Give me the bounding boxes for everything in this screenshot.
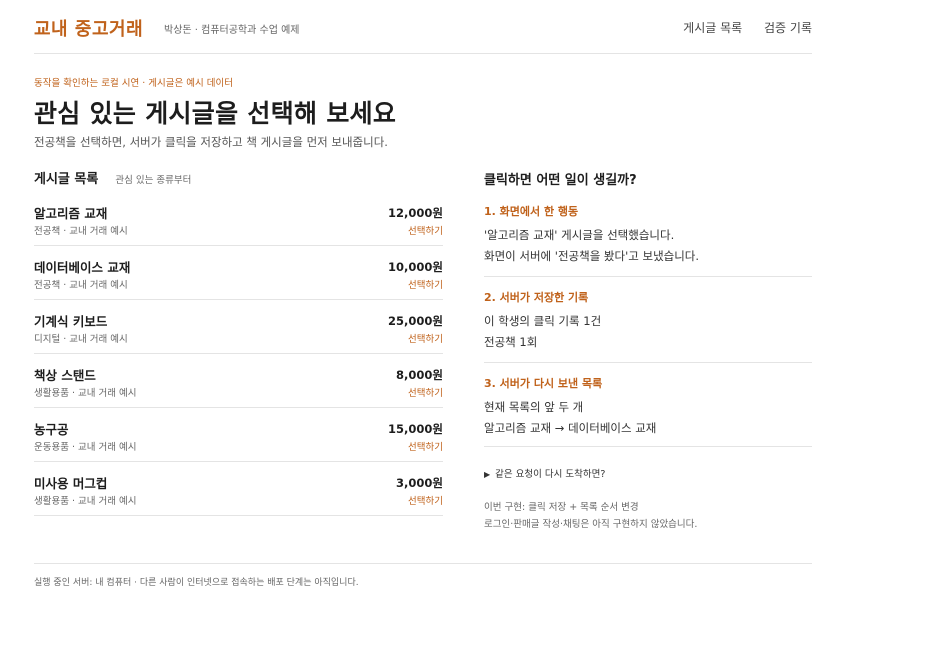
select-button[interactable]: 선택하기 xyxy=(408,277,443,291)
step-label: 1. 화면에서 한 행동 xyxy=(484,205,579,218)
item-name: 미사용 머그컵 xyxy=(34,476,108,491)
step-line: '알고리즘 교재' 게시글을 선택했습니다. xyxy=(484,228,675,242)
brand-subtitle: 박상돈 · 컴퓨터공학과 수업 예제 xyxy=(164,25,300,36)
brand-logo[interactable]: 교내 중고거래 xyxy=(34,15,143,41)
page-title: 관심 있는 게시글을 선택해 보세요 xyxy=(34,99,397,128)
step-line: 이 학생의 클릭 기록 1건 xyxy=(484,314,602,328)
item-price: 8,000원 xyxy=(396,368,443,382)
item-name: 데이터베이스 교재 xyxy=(34,260,131,275)
item-meta: 전공책 · 교내 거래 예시 xyxy=(34,226,128,237)
list-item[interactable]: 미사용 머그컵 생활용품 · 교내 거래 예시 3,000원 선택하기 xyxy=(34,462,443,516)
divider xyxy=(484,446,812,447)
item-name: 알고리즘 교재 xyxy=(34,206,108,221)
item-price: 3,000원 xyxy=(396,476,443,490)
top-nav: 게시글 목록 검증 기록 xyxy=(665,19,812,36)
page: 교내 중고거래 박상돈 · 컴퓨터공학과 수업 예제 게시글 목록 검증 기록 … xyxy=(34,0,812,655)
triangle-right-icon: ▶ xyxy=(484,470,491,479)
select-button[interactable]: 선택하기 xyxy=(408,331,443,345)
item-meta: 생활용품 · 교내 거래 예시 xyxy=(34,388,137,399)
select-button[interactable]: 선택하기 xyxy=(408,385,443,399)
implementation-note: 이번 구현: 클릭 저장 + 목록 순서 변경 xyxy=(484,502,639,513)
step-server-response: 3. 서버가 다시 보낸 목록 현재 목록의 앞 두 개 알고리즘 교재 → 데… xyxy=(484,375,812,436)
item-meta: 전공책 · 교내 거래 예시 xyxy=(34,280,128,291)
page-description: 전공책을 선택하면, 서버가 클릭을 저장하고 책 게시글을 먼저 보내줍니다. xyxy=(34,135,388,149)
item-price: 25,000원 xyxy=(388,314,443,328)
step-server-record: 2. 서버가 저장한 기록 이 학생의 클릭 기록 1건 전공책 1회 xyxy=(484,289,812,350)
step-line: 화면이 서버에 '전공책을 봤다'고 보냈습니다. xyxy=(484,249,700,263)
list-item[interactable]: 데이터베이스 교재 전공책 · 교내 거래 예시 10,000원 선택하기 xyxy=(34,246,443,300)
nav-post-list[interactable]: 게시글 목록 xyxy=(683,21,742,35)
item-meta: 디지털 · 교내 거래 예시 xyxy=(34,334,128,345)
select-button[interactable]: 선택하기 xyxy=(408,223,443,237)
site-header: 교내 중고거래 박상돈 · 컴퓨터공학과 수업 예제 게시글 목록 검증 기록 xyxy=(34,0,812,54)
panel-title: 클릭하면 어떤 일이 생길까? xyxy=(484,173,637,188)
item-meta: 운동용품 · 교내 거래 예시 xyxy=(34,442,137,453)
select-button[interactable]: 선택하기 xyxy=(408,493,443,507)
list-header: 게시글 목록 관심 있는 종류부터 xyxy=(34,168,444,187)
item-name: 기계식 키보드 xyxy=(34,314,108,329)
post-list: 알고리즘 교재 전공책 · 교내 거래 예시 12,000원 선택하기 데이터베… xyxy=(34,192,443,516)
divider xyxy=(484,276,812,277)
list-hint: 관심 있는 종류부터 xyxy=(115,175,192,186)
step-line: 현재 목록의 앞 두 개 xyxy=(484,400,584,414)
item-price: 10,000원 xyxy=(388,260,443,274)
item-name: 책상 스탠드 xyxy=(34,368,96,383)
list-title: 게시글 목록 xyxy=(34,172,99,187)
select-button[interactable]: 선택하기 xyxy=(408,439,443,453)
item-meta: 생활용품 · 교내 거래 예시 xyxy=(34,496,137,507)
step-line: 알고리즘 교재 → 데이터베이스 교재 xyxy=(484,421,657,435)
list-item[interactable]: 기계식 키보드 디지털 · 교내 거래 예시 25,000원 선택하기 xyxy=(34,300,443,354)
step-user-action: 1. 화면에서 한 행동 '알고리즘 교재' 게시글을 선택했습니다. 화면이 … xyxy=(484,203,812,264)
step-line: 전공책 1회 xyxy=(484,335,538,349)
item-price: 12,000원 xyxy=(388,206,443,220)
nav-verification-log[interactable]: 검증 기록 xyxy=(764,21,812,35)
footer-text: 실행 중인 서버: 내 컴퓨터 · 다른 사람이 인터넷으로 접속하는 배포 단… xyxy=(34,578,359,588)
divider xyxy=(484,362,812,363)
list-item[interactable]: 농구공 운동용품 · 교내 거래 예시 15,000원 선택하기 xyxy=(34,408,443,462)
item-price: 15,000원 xyxy=(388,422,443,436)
implementation-note: 로그인·판매글 작성·채팅은 아직 구현하지 않았습니다. xyxy=(484,519,698,530)
list-item[interactable]: 알고리즘 교재 전공책 · 교내 거래 예시 12,000원 선택하기 xyxy=(34,192,443,246)
step-label: 3. 서버가 다시 보낸 목록 xyxy=(484,377,603,390)
step-label: 2. 서버가 저장한 기록 xyxy=(484,291,589,304)
item-name: 농구공 xyxy=(34,422,69,437)
details-toggle[interactable]: ▶ 같은 요청이 다시 도착하면? xyxy=(484,466,605,480)
intro-eyebrow: 동작을 확인하는 로컬 시연 · 게시글은 예시 데이터 xyxy=(34,78,233,89)
list-item[interactable]: 책상 스탠드 생활용품 · 교내 거래 예시 8,000원 선택하기 xyxy=(34,354,443,408)
details-summary: 같은 요청이 다시 도착하면? xyxy=(495,469,606,480)
footer-divider xyxy=(34,563,812,564)
